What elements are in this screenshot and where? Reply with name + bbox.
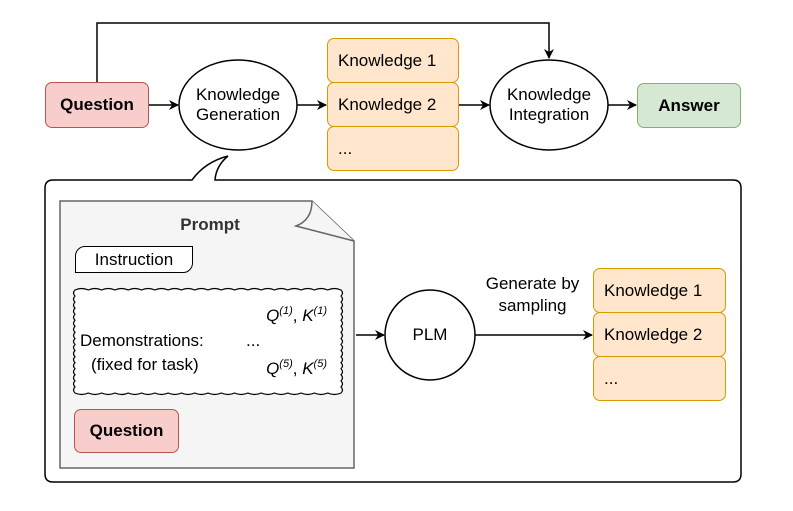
demo-q1-sup: (1) xyxy=(279,305,293,317)
demonstrations-label: Demonstrations: xyxy=(80,331,204,350)
question-node: Question xyxy=(45,82,149,128)
edge-label-line1: Generate by xyxy=(485,274,580,293)
demo-first-pair: Q(1), K(1) xyxy=(266,300,327,327)
knowledge-integration-line1: Knowledge xyxy=(506,85,592,104)
edge-label-line2: sampling xyxy=(498,296,567,315)
skip-connection-arrow xyxy=(96,22,554,82)
demo-q1: Q xyxy=(266,306,280,325)
demo-sep5: , xyxy=(292,359,303,378)
demonstrations-sublabel: (fixed for task) xyxy=(91,355,199,374)
demo-q5: Q xyxy=(266,359,280,378)
demo-k5: K xyxy=(302,359,314,378)
prompt-title: Prompt xyxy=(180,215,240,234)
generated-knowledge-more: ... xyxy=(593,356,726,401)
plm-label: PLM xyxy=(412,325,448,344)
knowledge-integration-label: Knowledge Integration xyxy=(490,83,608,127)
demo-k5-sup: (5) xyxy=(313,358,327,370)
generated-knowledge-1: Knowledge 1 xyxy=(593,268,726,313)
demo-sep1: , xyxy=(292,306,303,325)
demo-k1-sup: (1) xyxy=(313,305,327,317)
knowledge-generation-line1: Knowledge xyxy=(195,85,281,104)
answer-node: Answer xyxy=(637,83,741,128)
instruction-box: Instruction xyxy=(75,246,193,273)
knowledge-item-1: Knowledge 1 xyxy=(327,38,459,83)
prompt-question-node: Question xyxy=(74,409,179,453)
knowledge-generation-line2: Generation xyxy=(195,105,281,124)
demonstrations-content: Q(1), K(1) Demonstrations: ... (fixed fo… xyxy=(75,290,341,393)
knowledge-item-more: ... xyxy=(327,126,459,171)
demo-k1: K xyxy=(302,306,314,325)
demo-last-pair: Q(5), K(5) xyxy=(266,353,327,380)
generated-knowledge-2: Knowledge 2 xyxy=(593,312,726,357)
generate-by-sampling-label: Generate by sampling xyxy=(475,273,590,317)
demonstrations-ellipsis: ... xyxy=(246,331,261,350)
knowledge-integration-line2: Integration xyxy=(508,105,590,124)
knowledge-generation-label: Knowledge Generation xyxy=(179,83,297,127)
demo-q5-sup: (5) xyxy=(279,358,293,370)
knowledge-item-2: Knowledge 2 xyxy=(327,82,459,127)
